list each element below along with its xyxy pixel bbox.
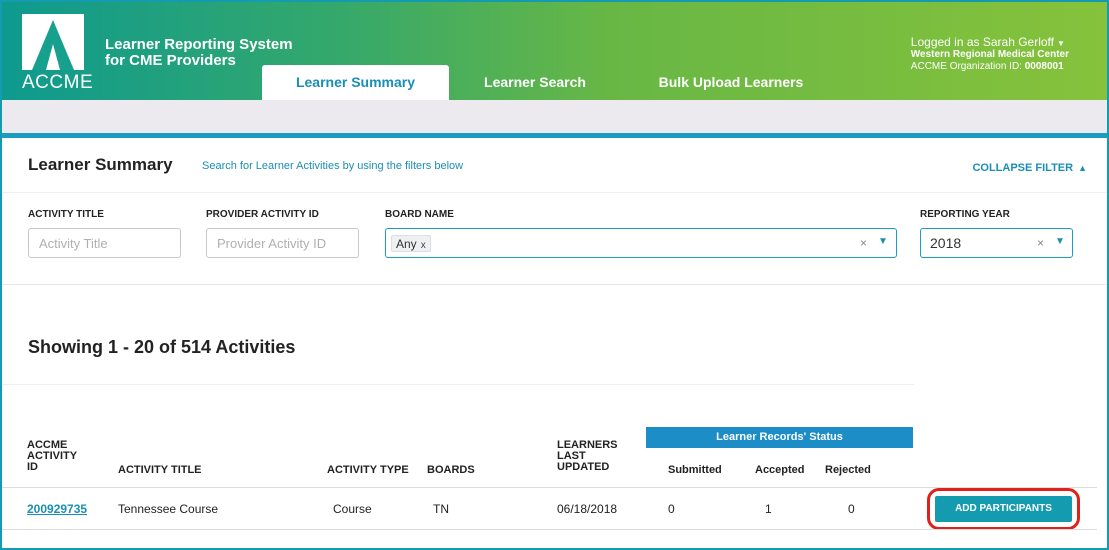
activity-title-label: ACTIVITY TITLE: [28, 209, 104, 220]
accepted-cell: 1: [765, 502, 772, 516]
col-rejected[interactable]: Rejected: [825, 465, 871, 476]
tab-bulk-upload-learners[interactable]: Bulk Upload Learners: [638, 65, 824, 100]
results-count: Showing 1 - 20 of 514 Activities: [28, 337, 296, 357]
accme-logo: ACCME: [22, 14, 102, 93]
caret-down-icon[interactable]: ▼: [1055, 236, 1065, 247]
rejected-cell: 0: [848, 502, 855, 516]
organization-name: Western Regional Medical Center: [910, 49, 1069, 60]
col-learners-last-updated[interactable]: LEARNERS LAST UPDATED: [557, 440, 618, 473]
organization-id-value: 0008001: [1024, 61, 1064, 72]
chip-remove-icon[interactable]: x: [421, 240, 426, 251]
collapse-filter-label: COLLAPSE FILTER: [972, 162, 1074, 174]
filter-divider: [2, 284, 1107, 285]
reporting-year-label: REPORTING YEAR: [920, 209, 1010, 220]
app-frame: ACCME Learner Reporting System for CME P…: [0, 0, 1109, 550]
page-subtitle: Search for Learner Activities by using t…: [202, 160, 464, 172]
col-accepted[interactable]: Accepted: [755, 465, 805, 476]
last-updated-cell: 06/18/2018: [557, 502, 618, 516]
caret-down-icon[interactable]: ▼: [878, 236, 888, 247]
close-icon[interactable]: ×: [860, 236, 867, 250]
collapse-filter-button[interactable]: COLLAPSE FILTER ▲: [972, 162, 1087, 174]
accme-logo-mark: [22, 14, 84, 70]
organization-id-line: ACCME Organization ID: 0008001: [911, 61, 1069, 73]
board-name-label: BOARD NAME: [385, 209, 454, 220]
learner-records-status-header: Learner Records' Status: [646, 427, 913, 448]
submitted-cell: 0: [668, 502, 675, 516]
board-chip-any: Any x: [391, 235, 431, 252]
tab-learner-summary[interactable]: Learner Summary: [262, 65, 449, 100]
provider-activity-id-input[interactable]: [206, 228, 359, 258]
accme-activity-id-link[interactable]: 200929735: [27, 502, 87, 516]
activity-title-cell: Tennessee Course: [118, 502, 219, 516]
logo-text: ACCME: [22, 72, 94, 93]
user-menu-toggle[interactable]: Logged in as Sarah Gerloff ▼: [911, 35, 1069, 49]
activity-title-input[interactable]: [28, 228, 181, 258]
filter-header: Learner Summary Search for Learner Activ…: [2, 138, 1107, 193]
add-participants-button[interactable]: ADD PARTICIPANTS: [935, 496, 1072, 522]
reporting-year-value: 2018: [930, 235, 962, 251]
col-activity-title[interactable]: ACTIVITY TITLE: [118, 465, 202, 476]
close-icon[interactable]: ×: [1037, 236, 1044, 250]
col-submitted[interactable]: Submitted: [668, 465, 722, 476]
subheader-band: [2, 100, 1107, 133]
page-title: Learner Summary: [28, 155, 173, 174]
table-header-divider: [2, 487, 1097, 488]
triangle-up-icon: ▲: [1078, 163, 1087, 173]
boards-cell: TN: [433, 502, 449, 516]
reporting-year-select[interactable]: 2018 × ▼: [920, 228, 1073, 258]
organization-id-label: ACCME Organization ID:: [910, 61, 1022, 72]
provider-activity-id-label: PROVIDER ACTIVITY ID: [206, 209, 319, 220]
app-header: ACCME Learner Reporting System for CME P…: [2, 2, 1107, 100]
table-row-divider: [2, 529, 1097, 530]
tab-learner-search[interactable]: Learner Search: [472, 65, 598, 100]
col-boards[interactable]: BOARDS: [427, 465, 475, 476]
activity-type-cell: Course: [333, 502, 372, 516]
caret-down-icon: ▼: [1057, 39, 1065, 48]
app-title-line1: Learner Reporting System: [105, 36, 293, 53]
user-info: Logged in as Sarah Gerloff ▼ Western Regi…: [911, 35, 1069, 73]
logged-in-text: Logged in as Sarah Gerloff: [910, 35, 1055, 49]
col-accme-line3: ID: [27, 461, 38, 473]
results-divider: [2, 384, 914, 385]
board-chip-label: Any: [396, 237, 417, 251]
col-accme-activity-id[interactable]: ACCME ACTIVITY ID: [27, 440, 77, 473]
board-name-select[interactable]: Any x × ▼: [385, 228, 897, 258]
col-learners-line3: UPDATED: [557, 461, 610, 473]
col-activity-type[interactable]: ACTIVITY TYPE: [327, 465, 409, 476]
